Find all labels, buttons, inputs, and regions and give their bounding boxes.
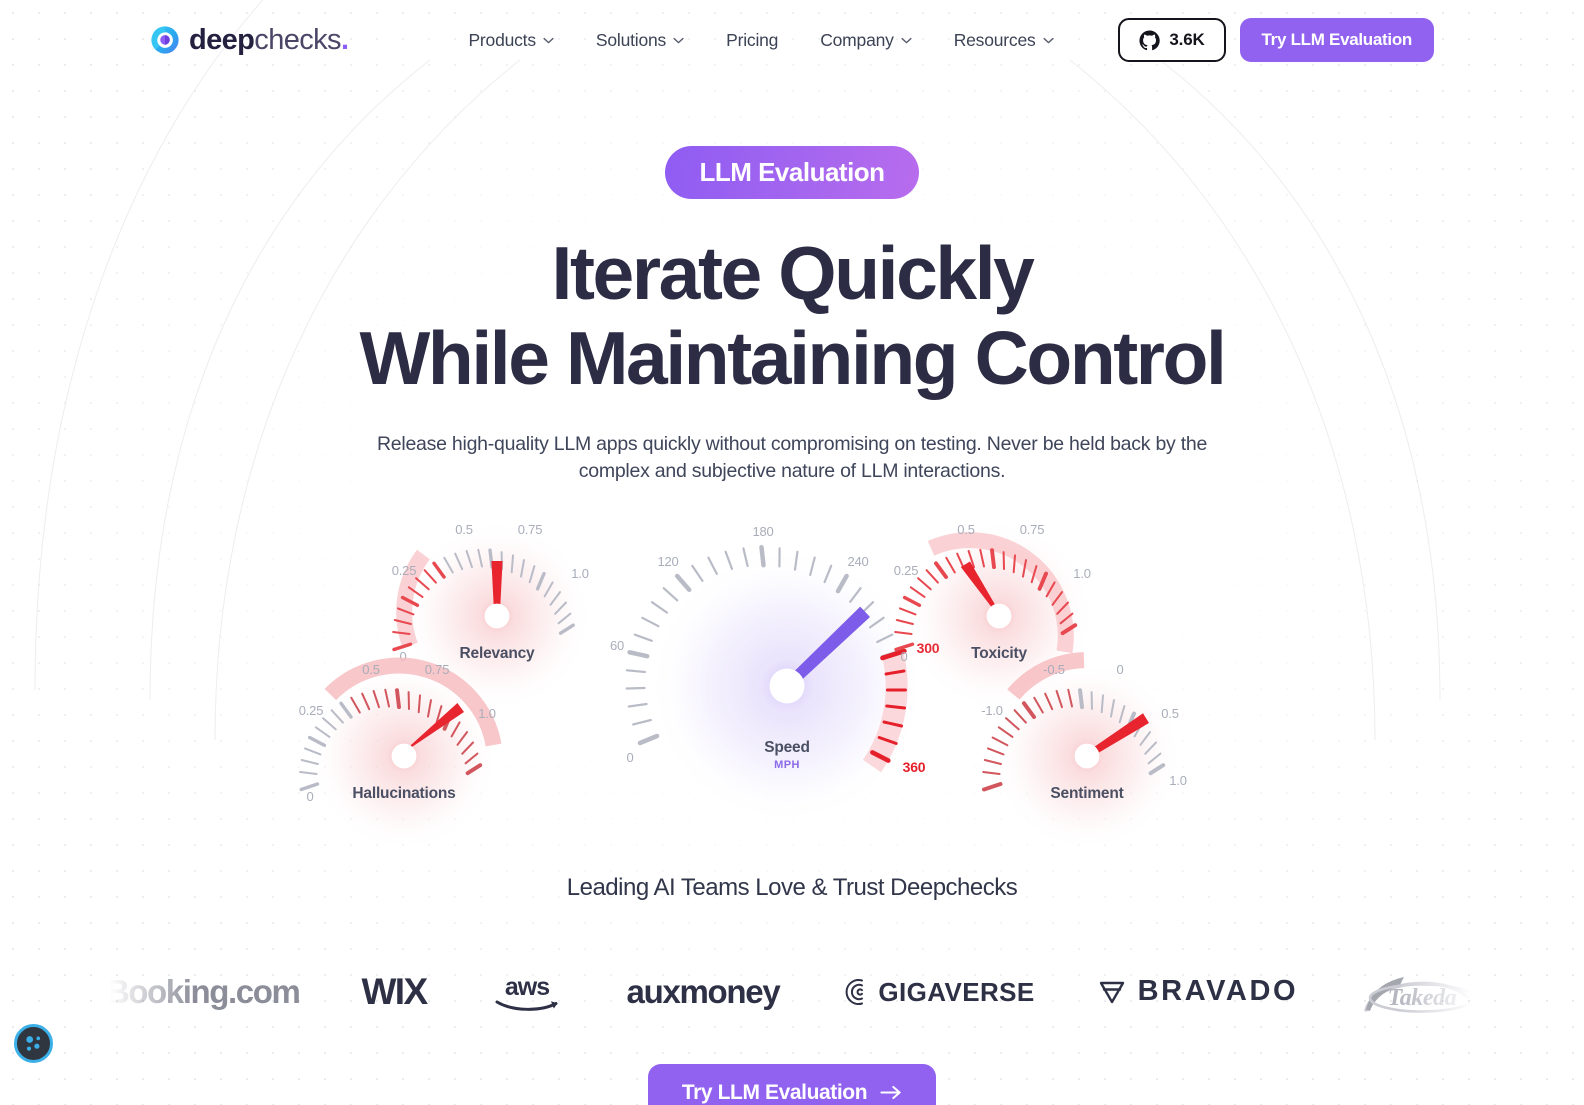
brand-word-deep: deep [189,23,255,56]
gauge-relevancy-tick-075: 0.75 [518,522,543,537]
logo-wix-text: WIX [361,971,428,1013]
bravado-icon [1099,981,1124,1004]
svg-text:Takeda: Takeda [1388,985,1457,1011]
nav-item-solutions[interactable]: Solutions [596,30,684,51]
gauge-toxicity-tick-0: 0 [900,649,907,664]
nav-item-pricing[interactable]: Pricing [726,30,778,51]
gauge-speed-tick-0: 0 [626,750,633,765]
gauge-hallucinations-tick-025: 0.25 [299,703,324,718]
gauge-relevancy-tick-025: 0.25 [392,563,417,578]
gauge-sentiment-title: Sentiment [1050,785,1123,802]
main-navigation: Products Solutions Pricing Company Resou… [468,29,1054,51]
hero-section: LLM Evaluation Iterate Quickly While Mai… [0,80,1584,852]
gauge-speed-tick-240: 240 [847,554,868,569]
logo-gigaverse: GIGAVERSE [841,969,1034,1015]
page-title: Iterate Quickly While Maintaining Contro… [0,231,1584,401]
chevron-down-icon [1042,37,1054,43]
logo-gigaverse-text: GIGAVERSE [878,976,1035,1007]
logo-booking-com-text: Booking.com [105,973,301,1011]
logo-bravado-text: BRAVADO [1137,975,1299,1008]
customer-logo-strip: Booking.com WIX aws auxmoney GIGAVERSE B… [0,964,1584,1020]
trust-heading: Leading AI Teams Love & Trust Deepchecks [566,873,1018,901]
aws-logo-icon: aws [495,973,558,1011]
deepchecks-logo-icon [151,26,179,54]
arrow-right-icon [880,1086,901,1100]
gauge-sentiment-tick-neg05: -0.5 [1043,662,1065,677]
hero-title-line-1: Iterate Quickly [551,231,1035,315]
bottom-try-llm-evaluation-button[interactable]: Try LLM Evaluation [647,1063,937,1105]
chevron-down-icon [901,37,912,43]
gigaverse-arc-icon [845,978,864,1005]
cookie-consent-button[interactable] [14,1024,53,1063]
chevron-down-icon [673,37,684,43]
gauge-hallucinations: 0 0.25 0.5 0.75 1.0 Hallucinations [299,657,502,852]
logo-bravado: BRAVADO [1097,969,1299,1015]
bottom-cta-label: Try LLM Evaluation [681,1080,868,1104]
header-try-llm-evaluation-button[interactable]: Try LLM Evaluation [1239,18,1434,62]
logo-aws: aws [489,969,565,1015]
nav-label: Pricing [726,29,779,50]
nav-label: Products [468,29,536,50]
gauge-toxicity-tick-10: 1.0 [1073,566,1090,581]
gauge-sentiment-tick-05: 0.5 [1161,706,1178,721]
nav-label: Resources [953,29,1036,50]
gauge-speed-tick-60: 60 [610,638,624,653]
gauge-hallucinations-title: Hallucinations [352,785,455,802]
logo-auxmoney: auxmoney [626,969,781,1015]
logo-wix: WIX [361,969,428,1015]
nav-item-company[interactable]: Company [820,30,912,51]
hero-badge: LLM Evaluation [665,146,919,199]
nav-label: Solutions [595,29,667,50]
header-actions: 3.6K Try LLM Evaluation [1118,18,1434,62]
gauge-toxicity-title: Toxicity [971,645,1027,662]
logo-auxmoney-text: auxmoney [626,973,781,1011]
gauge-relevancy-tick-05: 0.5 [455,522,472,537]
logo-booking-com: Booking.com [105,969,301,1015]
github-star-count: 3.6K [1169,30,1205,49]
bottom-cta-wrap: Try LLM Evaluation [0,1063,1584,1105]
nav-label: Company [820,29,894,50]
nav-item-resources[interactable]: Resources [954,30,1054,51]
logo-takeda: Takeda [1360,969,1478,1015]
gauge-sentiment-tick-0: 0 [1116,662,1123,677]
github-stars-button[interactable]: 3.6K [1118,18,1226,62]
brand-dot: . [340,23,349,56]
gauge-hallucinations-tick-0: 0 [306,789,313,804]
gauge-speed-tick-120: 120 [657,554,678,569]
chevron-down-icon [543,37,554,43]
gauge-sentiment-tick-neg10: -1.0 [981,703,1003,718]
site-header: deepchecks. Products Solutions Pricing C… [0,0,1584,80]
hero-subtitle: Release high-quality LLM apps quickly wi… [376,432,1208,483]
gauge-sentiment: -1.0 -0.5 0 0.5 1.0 Sentiment [981,651,1187,852]
gauge-cluster: 0 0.25 0.5 0.75 1.0 Relevancy 0 0.25 0.5… [292,508,1292,852]
gauge-relevancy-title: Relevancy [460,645,535,662]
gauge-cluster-svg: 0 0.25 0.5 0.75 1.0 Relevancy 0 0.25 0.5… [299,519,1187,852]
gauge-speed: 0 60 120 180 240 300 360 [610,524,940,826]
svg-text:aws: aws [504,973,548,1001]
gauge-toxicity-tick-075: 0.75 [1020,522,1045,537]
gauge-toxicity-tick-05: 0.5 [957,522,974,537]
takeda-logo-icon: Takeda [1364,976,1476,1013]
gauge-sentiment-tick-10: 1.0 [1169,773,1186,788]
hero-title-line-2: While Maintaining Control [359,315,1227,400]
gauge-speed-unit: MPH [774,759,800,771]
brand-logo[interactable]: deepchecks. [150,23,349,56]
gauge-relevancy-tick-10: 1.0 [571,566,588,581]
gauge-toxicity-tick-025: 0.25 [894,563,919,578]
nav-item-products[interactable]: Products [468,29,554,51]
gauge-hallucinations-tick-10: 1.0 [478,706,495,721]
gauge-hallucinations-tick-075: 0.75 [425,662,450,677]
gauge-speed-tick-360: 360 [903,759,926,775]
cookie-icon [26,1036,41,1051]
gauge-speed-title: Speed [764,739,810,756]
gauge-speed-tick-180: 180 [752,524,773,539]
brand-word-checks: checks [254,23,341,56]
gauge-hallucinations-tick-05: 0.5 [362,662,379,677]
github-icon [1139,30,1161,50]
